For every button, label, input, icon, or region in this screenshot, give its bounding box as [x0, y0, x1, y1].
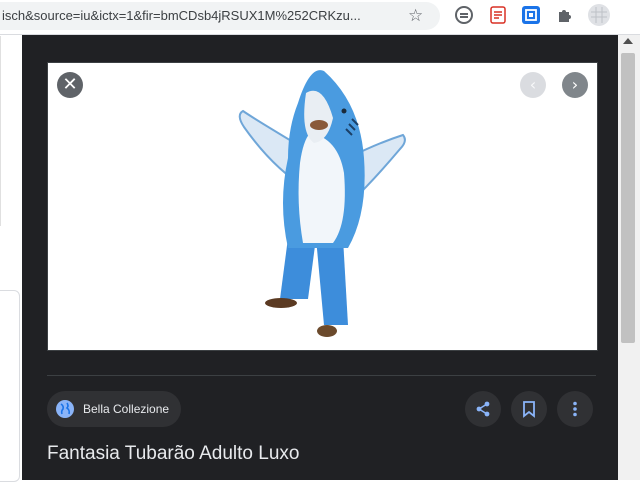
blue-extension-icon[interactable]: [522, 6, 540, 24]
url-text[interactable]: isch&source=iu&ictx=1&fir=bmCDsb4jRSUX1M…: [2, 8, 382, 23]
image-title[interactable]: Fantasia Tubarão Adulto Luxo: [47, 443, 299, 465]
browser-toolbar: isch&source=iu&ictx=1&fir=bmCDsb4jRSUX1M…: [0, 0, 640, 35]
panel-divider: [47, 375, 596, 376]
tab-search-icon[interactable]: [455, 6, 473, 24]
shark-costume-image: [238, 70, 406, 337]
source-link[interactable]: Bella Collezione: [47, 391, 182, 427]
scrollbar-thumb[interactable]: [621, 53, 635, 343]
preview-image[interactable]: ✕ ‹ ›: [47, 62, 598, 351]
divider: [0, 36, 1, 226]
pdf-extension-icon[interactable]: [489, 6, 507, 24]
more-vert-icon: [573, 401, 577, 417]
share-icon: [476, 401, 490, 417]
globe-icon: [56, 400, 74, 418]
star-icon[interactable]: ☆: [408, 6, 423, 26]
address-bar[interactable]: isch&source=iu&ictx=1&fir=bmCDsb4jRSUX1M…: [0, 2, 440, 30]
bookmark-icon: [523, 401, 535, 418]
image-preview-panel: ✕ ‹ › Bella Collezione Fantasia Tubarão …: [22, 35, 618, 480]
previous-image-button[interactable]: ‹: [520, 72, 546, 98]
scroll-up-icon[interactable]: [623, 38, 633, 44]
share-button[interactable]: [465, 391, 501, 427]
puzzle-icon[interactable]: [556, 6, 574, 24]
source-name: Bella Collezione: [83, 402, 170, 416]
next-image-button[interactable]: ›: [562, 72, 588, 98]
save-button[interactable]: [511, 391, 547, 427]
profile-avatar[interactable]: [588, 4, 610, 26]
result-card-edge[interactable]: [0, 290, 20, 482]
more-options-button[interactable]: [557, 391, 593, 427]
close-icon[interactable]: ✕: [57, 72, 83, 98]
